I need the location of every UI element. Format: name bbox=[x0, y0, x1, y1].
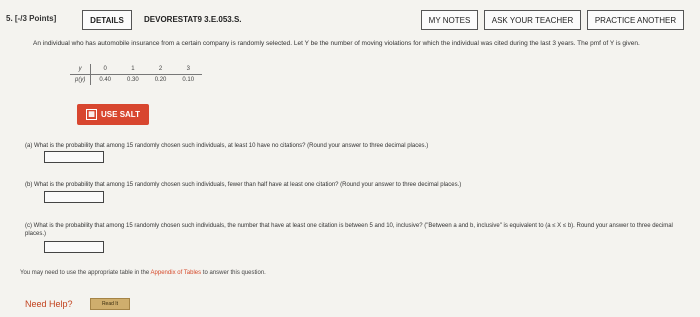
part-a-text: (a) What is the probability that among 1… bbox=[25, 143, 429, 149]
question-header: 5. [-/3 Points] DETAILS DEVORESTAT9 3.E.… bbox=[0, 10, 700, 32]
pmf-p-cell: 0.10 bbox=[182, 77, 195, 83]
question-body: An individual who has automobile insuran… bbox=[0, 34, 700, 317]
pmf-p-cell: 0.40 bbox=[99, 77, 112, 83]
pmf-y-cell: 2 bbox=[146, 64, 175, 75]
table-note: You may need to use the appropriate tabl… bbox=[20, 270, 266, 276]
part-c-text: (c) What is the probability that among 1… bbox=[25, 223, 673, 237]
appendix-tables-link[interactable]: Appendix of Tables bbox=[151, 270, 202, 276]
question-number: 5. [-/3 Points] bbox=[6, 14, 57, 23]
table-note-prefix: You may need to use the appropriate tabl… bbox=[20, 270, 151, 276]
pmf-table: y 0 1 2 3 p(y) 0.40 0.30 0.20 0.10 bbox=[70, 64, 203, 85]
practice-another-button[interactable]: PRACTICE ANOTHER bbox=[587, 10, 684, 30]
pmf-p-header: p(y) bbox=[70, 74, 92, 85]
pmf-y-cell: 3 bbox=[174, 64, 203, 75]
question-id: DEVORESTAT9 3.E.053.S. bbox=[144, 15, 242, 24]
pmf-y-cell: 1 bbox=[119, 64, 147, 75]
read-it-button[interactable]: Read It bbox=[90, 298, 130, 310]
use-salt-label: USE SALT bbox=[101, 110, 140, 119]
details-button[interactable]: DETAILS bbox=[82, 10, 132, 30]
part-b-answer-input[interactable] bbox=[44, 191, 104, 203]
part-b-text: (b) What is the probability that among 1… bbox=[25, 182, 462, 188]
pmf-p-cell: 0.20 bbox=[154, 77, 167, 83]
part-a-answer-input[interactable] bbox=[44, 151, 104, 163]
table-note-suffix: to answer this question. bbox=[201, 270, 266, 276]
need-help-label: Need Help? bbox=[25, 299, 73, 309]
problem-intro: An individual who has automobile insuran… bbox=[33, 40, 640, 47]
use-salt-button[interactable]: ▦ USE SALT bbox=[77, 104, 149, 125]
my-notes-button[interactable]: MY NOTES bbox=[421, 10, 478, 30]
pmf-y-cell: 0 bbox=[90, 64, 120, 75]
ask-teacher-button[interactable]: ASK YOUR TEACHER bbox=[484, 10, 581, 30]
part-c-answer-input[interactable] bbox=[44, 241, 104, 253]
pmf-y-header: y bbox=[70, 64, 92, 75]
pmf-p-cell: 0.30 bbox=[127, 77, 139, 83]
salt-icon: ▦ bbox=[86, 109, 98, 120]
